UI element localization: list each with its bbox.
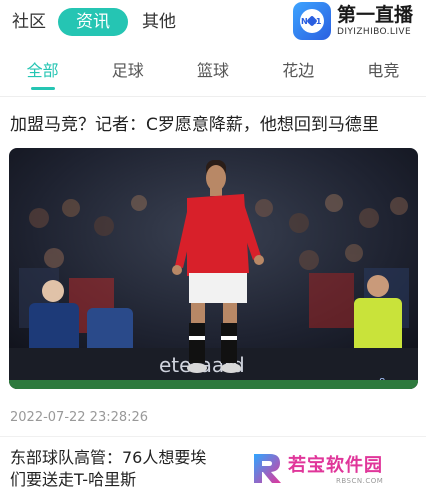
article-image[interactable]: eteraard 8 [9,148,418,389]
article-title-2[interactable]: 东部球队高管：76人想要埃 们要送走T-哈里斯 [10,447,260,491]
tab-label: 花边 [282,61,315,80]
category-tabs: 全部 足球 篮球 花边 电竞 [0,56,426,92]
active-tab-indicator [30,87,55,90]
top-bar: 社区 资讯 其他 NO.1 第一直播 DIYIZHIBO.LIVE [0,0,426,44]
tab-esports[interactable]: 电竞 [341,56,426,92]
tab-label: 电竞 [367,61,400,80]
watermark-domain: RBSCN.COM [336,477,384,485]
article-timestamp: 2022-07-22 23:28:26 [10,410,149,425]
logo-badge-text: NO.1 [301,17,321,26]
logo-title: 第一直播 [337,4,414,26]
tabs-divider [0,96,426,97]
logo-domain: DIYIZHIBO.LIVE [337,27,412,37]
tab-label: 全部 [26,61,59,80]
watermark-logo-icon [254,454,281,483]
watermark-title: 若宝软件园 [288,455,383,476]
tab-gossip[interactable]: 花边 [256,56,341,92]
nav-news-active[interactable]: 资讯 [58,8,128,36]
watermark: 若宝软件园 RBSCN.COM [244,446,426,491]
tab-basketball[interactable]: 篮球 [170,56,255,92]
top-nav: 社区 资讯 其他 [12,8,176,36]
nav-community[interactable]: 社区 [12,8,46,36]
tab-label: 足球 [111,61,144,80]
tab-football[interactable]: 足球 [85,56,170,92]
nav-other[interactable]: 其他 [142,8,176,36]
app-logo[interactable]: NO.1 第一直播 DIYIZHIBO.LIVE [293,2,413,40]
article-title[interactable]: 加盟马竞？记者：C罗愿意降薪，他想回到马德里 [10,110,379,135]
tab-label: 篮球 [197,61,230,80]
article-divider [0,436,426,437]
logo-icon: NO.1 [293,2,331,40]
stadium-photo: eteraard 8 [9,148,418,389]
tab-all[interactable]: 全部 [0,56,85,92]
